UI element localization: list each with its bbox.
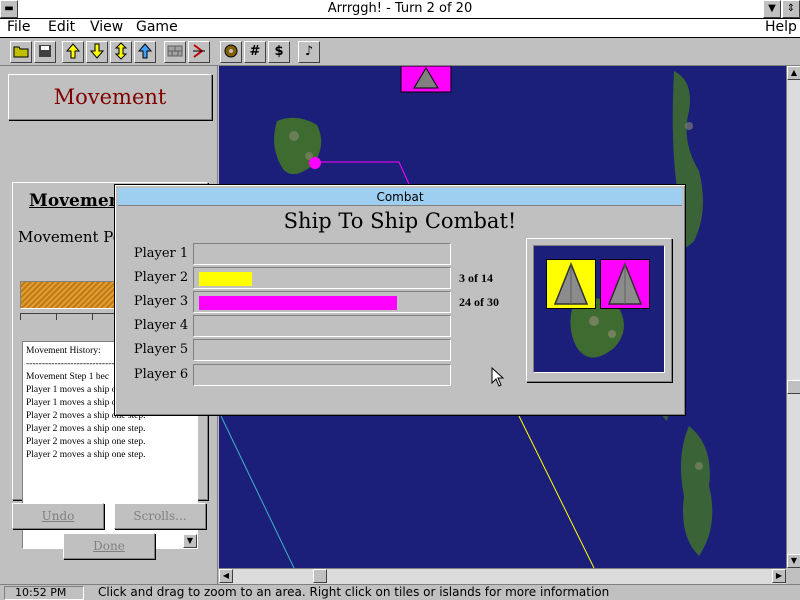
done-button[interactable]: Done xyxy=(63,533,155,559)
combat-ships-view xyxy=(533,245,665,373)
direction-icon[interactable] xyxy=(188,41,210,63)
menu-game[interactable]: Game xyxy=(136,19,178,35)
map-vertical-scrollbar[interactable]: ▲ ▼ xyxy=(786,66,800,568)
player-strength-bar xyxy=(193,267,451,289)
route-line xyxy=(518,415,595,568)
player-label: Player 4 xyxy=(133,318,189,333)
horizontal-scroll-thumb[interactable] xyxy=(313,569,327,583)
undo-button[interactable]: Undo xyxy=(12,503,104,529)
arrow-down-icon[interactable] xyxy=(86,41,108,63)
menu-help[interactable]: Help xyxy=(765,19,797,35)
compass-wheel-icon[interactable] xyxy=(220,41,242,63)
route-line xyxy=(220,415,295,568)
combat-dialog: Combat Ship To Ship Combat! Player 1 Pla… xyxy=(114,184,686,416)
player-strength-value: 24 of 30 xyxy=(459,295,499,309)
player-strength-value: 3 of 14 xyxy=(459,271,493,285)
player-label: Player 6 xyxy=(133,367,189,382)
menu-edit[interactable]: Edit xyxy=(48,19,75,35)
menu-bar: File Edit View Game Help xyxy=(0,19,800,38)
scroll-left-button[interactable]: ◀ xyxy=(219,569,233,583)
ship-triangle-icon xyxy=(600,259,650,309)
movement-header-box: Movement xyxy=(8,74,212,120)
window-title: Arrrggh! - Turn 2 of 20 xyxy=(327,1,473,16)
player-label: Player 2 xyxy=(133,270,189,285)
list-item: Player 2 moves a ship one step. xyxy=(26,424,146,434)
combat-ships-panel xyxy=(526,238,672,382)
strength-fill xyxy=(199,296,397,310)
wall-icon[interactable] xyxy=(164,41,186,63)
strength-fill xyxy=(199,272,252,286)
player-strength-bar xyxy=(193,364,451,386)
movement-points-ticks xyxy=(20,313,120,320)
player-strength-bar xyxy=(193,339,451,361)
money-icon[interactable]: $ xyxy=(268,41,290,63)
arrow-up-down-icon[interactable] xyxy=(110,41,132,63)
history-scroll-down-button[interactable]: ▼ xyxy=(183,534,197,548)
player-strength-bar xyxy=(193,243,451,265)
player-strength-bar xyxy=(193,291,451,313)
player-label: Player 5 xyxy=(133,342,189,357)
list-item: Player 2 moves a ship one step. xyxy=(26,450,146,460)
scroll-down-button[interactable]: ▼ xyxy=(787,554,800,568)
player-strength-bar xyxy=(193,315,451,337)
map-horizontal-scrollbar[interactable]: ◀ ▶ xyxy=(219,568,786,584)
maximize-button[interactable]: ⇕ xyxy=(782,0,800,18)
dialog-title: Combat xyxy=(118,188,682,206)
scroll-right-button[interactable]: ▶ xyxy=(772,569,786,583)
scroll-up-button[interactable]: ▲ xyxy=(787,66,800,80)
save-disk-icon[interactable] xyxy=(34,41,56,63)
dialog-heading: Ship To Ship Combat! xyxy=(283,209,517,233)
list-item: Player 2 moves a ship one step. xyxy=(26,437,146,447)
waypoint-marker xyxy=(309,157,321,169)
arrow-up-icon[interactable] xyxy=(62,41,84,63)
movement-header: Movement xyxy=(53,85,167,109)
minimize-button[interactable]: ▼ xyxy=(763,0,781,18)
menu-file[interactable]: File xyxy=(7,19,30,35)
player-label: Player 3 xyxy=(133,294,189,309)
ship-triangle-icon xyxy=(546,259,596,309)
scrolls-button[interactable]: Scrolls... xyxy=(114,503,206,529)
status-bar: 10:52 PM Click and drag to zoom to an ar… xyxy=(0,584,800,600)
arrow-up-next-icon[interactable] xyxy=(134,41,156,63)
status-message: Click and drag to zoom to an area. Right… xyxy=(98,585,610,599)
mouse-cursor-icon xyxy=(491,367,505,387)
route-line xyxy=(315,161,410,185)
toolbar: # $ ♪ xyxy=(0,38,800,66)
vertical-scroll-thumb[interactable] xyxy=(787,380,800,394)
music-note-icon[interactable]: ♪ xyxy=(298,41,320,63)
menu-view[interactable]: View xyxy=(90,19,123,35)
movement-points-bar xyxy=(20,281,120,309)
status-time: 10:52 PM xyxy=(4,586,84,600)
open-folder-icon[interactable] xyxy=(10,41,32,63)
movement-points-label: Movement Po xyxy=(18,228,122,246)
grid-icon[interactable]: # xyxy=(244,41,266,63)
player-label: Player 1 xyxy=(133,246,189,261)
window-title-bar: ▬ Arrrggh! - Turn 2 of 20 ▼ ⇕ xyxy=(0,0,800,19)
